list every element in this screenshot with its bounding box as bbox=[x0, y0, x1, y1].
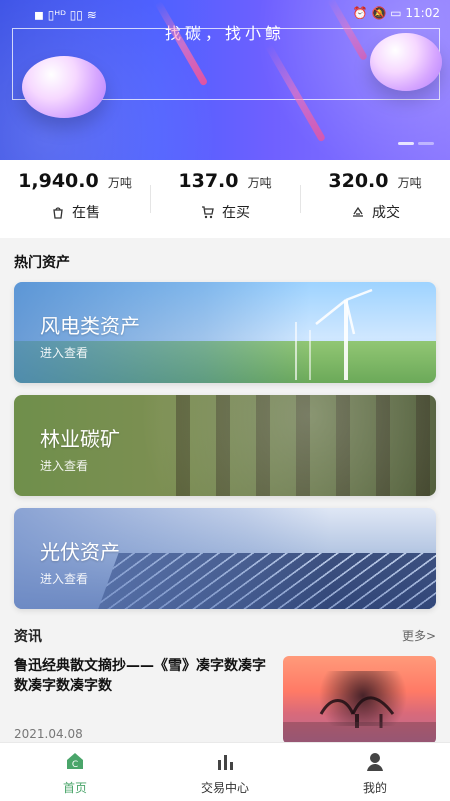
asset-title: 风电类资产 bbox=[40, 314, 140, 338]
asset-card-forest[interactable]: 林业碳矿 进入查看 bbox=[14, 395, 436, 496]
stat-for-sale[interactable]: 1,940.0 万吨 在售 bbox=[0, 170, 150, 222]
asset-subtitle: 进入查看 bbox=[40, 459, 89, 473]
cart-icon bbox=[200, 204, 216, 220]
nav-home[interactable]: C 首页 bbox=[0, 749, 150, 796]
nav-label: 首页 bbox=[62, 781, 87, 795]
chart-icon bbox=[213, 749, 237, 773]
status-right-text: ⏰ 🔕 ▭ 11:02 bbox=[352, 6, 440, 20]
hot-assets-title: 热门资产 bbox=[14, 255, 70, 271]
nav-me[interactable]: 我的 bbox=[300, 749, 450, 796]
asset-title: 林业碳矿 bbox=[40, 427, 120, 451]
stat-value: 137.0 bbox=[178, 170, 239, 192]
home-icon: C bbox=[63, 749, 87, 773]
stat-label: 在售 bbox=[72, 205, 100, 221]
carousel-dot bbox=[398, 142, 414, 145]
asset-card-wind[interactable]: 风电类资产 进入查看 bbox=[14, 282, 436, 383]
news-date: 2021.04.08 bbox=[14, 727, 83, 741]
top-banner[interactable]: ◼︎ ▯ᴴᴰ ▯▯ ≋ ⏰ 🔕 ▭ 11:02 找碳，找小鲸 bbox=[0, 0, 450, 160]
stat-value-row: 137.0 万吨 bbox=[150, 170, 300, 192]
bag-icon bbox=[50, 204, 66, 220]
stat-value: 320.0 bbox=[328, 170, 389, 192]
banner-bubble-right bbox=[370, 33, 442, 91]
stat-value-row: 1,940.0 万吨 bbox=[0, 170, 150, 192]
stat-value: 1,940.0 bbox=[18, 170, 99, 192]
stat-label-row: 在买 bbox=[150, 202, 300, 222]
stats-bar: 1,940.0 万吨 在售 137.0 万吨 在买 320.0 万吨 成交 bbox=[0, 160, 450, 238]
stat-value-row: 320.0 万吨 bbox=[300, 170, 450, 192]
asset-title: 光伏资产 bbox=[40, 540, 120, 564]
asset-subtitle: 进入查看 bbox=[40, 346, 89, 360]
asset-card-solar[interactable]: 光伏资产 进入查看 bbox=[14, 508, 436, 609]
status-right: ⏰ 🔕 ▭ 11:02 bbox=[353, 6, 440, 20]
carousel-dot bbox=[418, 142, 434, 145]
deal-icon bbox=[350, 204, 366, 220]
stat-label-row: 在售 bbox=[0, 202, 150, 222]
asset-subtitle: 进入查看 bbox=[40, 572, 89, 586]
news-title: 资讯 bbox=[14, 629, 42, 645]
nav-label: 我的 bbox=[362, 781, 387, 795]
wind-turbine-image bbox=[276, 282, 396, 383]
stat-dealt[interactable]: 320.0 万吨 成交 bbox=[300, 170, 450, 222]
user-icon bbox=[363, 749, 387, 773]
stat-unit: 万吨 bbox=[107, 176, 132, 190]
news-more-link[interactable]: 更多> bbox=[402, 627, 436, 644]
nav-label: 交易中心 bbox=[200, 781, 249, 795]
stat-unit: 万吨 bbox=[397, 176, 422, 190]
carousel-dots bbox=[398, 142, 434, 145]
news-thumbnail bbox=[283, 656, 436, 744]
banner-bubble-left bbox=[22, 56, 106, 118]
nav-trade-center[interactable]: 交易中心 bbox=[150, 749, 300, 796]
bottom-navigation: C 首页 交易中心 我的 bbox=[0, 742, 450, 801]
stat-unit: 万吨 bbox=[247, 176, 272, 190]
stat-buying[interactable]: 137.0 万吨 在买 bbox=[150, 170, 300, 222]
svg-text:C: C bbox=[72, 760, 78, 770]
stat-label-row: 成交 bbox=[300, 202, 450, 222]
news-headline: 鲁迅经典散文摘抄——《雪》凑字数凑字数凑字数凑字数 bbox=[14, 658, 266, 694]
stat-label: 成交 bbox=[372, 205, 400, 221]
stat-label: 在买 bbox=[222, 205, 250, 221]
